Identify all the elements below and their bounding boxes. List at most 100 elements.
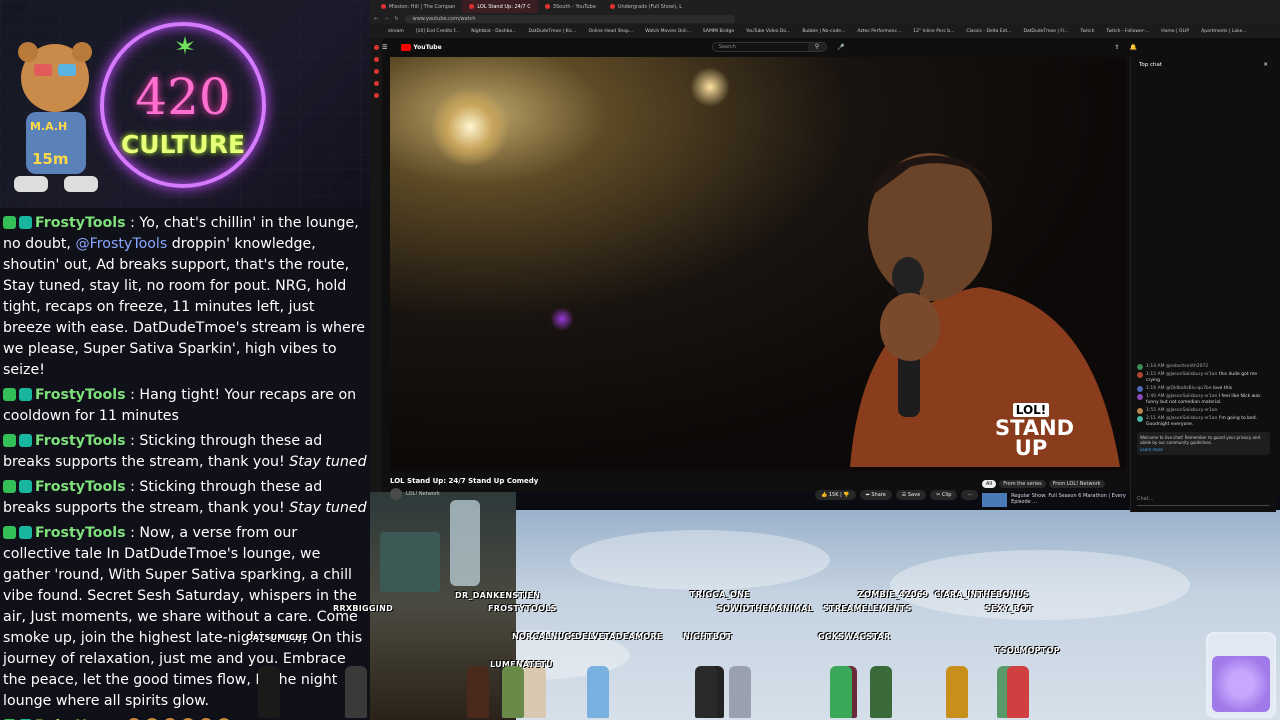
chatter-avatar-sprite bbox=[587, 666, 609, 718]
chat-username[interactable]: FrostyTools bbox=[35, 525, 126, 541]
chatter-name-label: NIGHTBOT bbox=[683, 632, 733, 641]
back-icon[interactable]: ← bbox=[374, 16, 378, 22]
bookmark-item[interactable]: Apartments | Lake... bbox=[1201, 29, 1247, 34]
chat-username[interactable]: FrostyTools bbox=[35, 479, 126, 495]
bookmark-item[interactable]: Home | OLIP bbox=[1161, 29, 1189, 34]
chat-time: 1:14 AM bbox=[1146, 364, 1165, 369]
forward-icon[interactable]: → bbox=[384, 16, 388, 22]
learn-more-link[interactable]: Learn more bbox=[1140, 447, 1267, 452]
chat-author[interactable]: @robertsmith2072 bbox=[1166, 364, 1208, 369]
badge-standup: STAND UP bbox=[995, 416, 1075, 460]
chatter-name-label: STREAMELEMENTS bbox=[823, 604, 912, 613]
chat-username[interactable]: FrostyTools bbox=[35, 387, 126, 403]
channel-name[interactable]: LOL! Network bbox=[406, 491, 440, 497]
chat-italic-text: Stay tuned bbox=[289, 500, 367, 516]
chat-author[interactable]: @JasonSalisbury-sr1an bbox=[1166, 408, 1217, 413]
bookmark-item[interactable]: SAMMI Bridge bbox=[703, 29, 734, 34]
tab-favicon-icon bbox=[381, 4, 386, 9]
chat-author[interactable]: @JasonSalisbury-sr1an bbox=[1166, 416, 1217, 421]
bookmark-item[interactable]: Twitch bbox=[1080, 29, 1094, 34]
share-button[interactable]: ➦ Share bbox=[859, 490, 892, 500]
chat-italic-text: Stay tuned bbox=[289, 454, 367, 470]
chat-username[interactable]: FrostyTools bbox=[35, 433, 126, 449]
chat-avatar bbox=[1137, 394, 1143, 400]
clip-label: Clip bbox=[941, 492, 952, 498]
chatter-name-label: RRXBIGGIND bbox=[333, 604, 394, 613]
search-icon[interactable]: ⚲ bbox=[808, 43, 826, 51]
related-video-item[interactable]: Regular Show: Full Season 6 Marathon | E… bbox=[982, 493, 1130, 507]
top-chat-dropdown[interactable]: Top chat bbox=[1139, 62, 1162, 68]
url-input[interactable]: www.youtube.com/watch bbox=[404, 14, 735, 23]
logo-culture-text: CULTURE bbox=[120, 130, 246, 159]
bell-icon[interactable]: 🔔 bbox=[1130, 44, 1137, 51]
chatter-avatar-sprite bbox=[467, 666, 489, 718]
share-label: Share bbox=[871, 492, 886, 498]
bot-badge-icon bbox=[19, 526, 32, 539]
bookmark-item[interactable]: 12" Inline Perc b... bbox=[913, 29, 954, 34]
chat-mention: @FrostyTools bbox=[75, 236, 168, 252]
live-chat-messages: 1:14 AM @robertsmith2072 1:15 AM @JasonS… bbox=[1131, 363, 1276, 429]
mod-badge-icon bbox=[3, 216, 16, 229]
mic-icon[interactable]: 🎤 bbox=[837, 44, 844, 51]
bookmark-item[interactable]: DatDudeTmoe | Kic... bbox=[529, 29, 577, 34]
bookmark-item[interactable]: Bubble | No-code... bbox=[802, 29, 845, 34]
chat-author[interactable]: @JasonSalisbury-sr1an bbox=[1166, 372, 1217, 377]
chatter-name-label: SOWIDTHEMANIMAL bbox=[717, 604, 814, 613]
browser-tab[interactable]: LOL Stand Up: 24/7 C bbox=[462, 0, 538, 13]
like-button[interactable]: 👍 15K | 👎 bbox=[815, 490, 856, 500]
youtube-logo[interactable]: YouTube bbox=[401, 43, 442, 51]
bookmark-item[interactable]: stream bbox=[388, 29, 404, 34]
menu-icon[interactable]: ☰ bbox=[382, 44, 387, 51]
channel-avatar[interactable] bbox=[390, 488, 402, 500]
bookmark-item[interactable]: Nightbot - Dashbo... bbox=[471, 29, 516, 34]
save-button[interactable]: ☰ Save bbox=[895, 490, 927, 500]
stream-chat-overlay: FrostyTools : Yo, chat's chillin' in the… bbox=[0, 208, 370, 720]
bookmarks-bar: stream [10] End Credits f... Nightbot - Da… bbox=[370, 24, 1280, 38]
browser-tab[interactable]: 3South - YouTube bbox=[538, 0, 603, 13]
bookmark-item[interactable]: Watch Movies Onli... bbox=[645, 29, 691, 34]
chat-author[interactable]: @JasonSalisbury-sr1an bbox=[1166, 394, 1217, 399]
chatter-avatar-sprite bbox=[830, 666, 852, 718]
related-video-title[interactable]: Regular Show: Full Season 6 Marathon | E… bbox=[1011, 493, 1130, 507]
live-chat-message: 1:15 AM @JasonSalisbury-sr1an this dude … bbox=[1131, 371, 1276, 385]
bot-badge-icon bbox=[19, 434, 32, 447]
mod-badge-icon bbox=[3, 388, 16, 401]
filter-chip[interactable]: All bbox=[982, 480, 997, 488]
chat-message-text: love this bbox=[1213, 386, 1233, 391]
bookmark-item[interactable]: DatDudeTmoe | Fr... bbox=[1023, 29, 1068, 34]
chatter-avatar-sprite bbox=[258, 666, 280, 718]
cannabis-leaf-icon bbox=[176, 36, 194, 55]
tab-favicon-icon bbox=[469, 4, 475, 9]
filter-chip[interactable]: From the series bbox=[999, 480, 1046, 488]
upload-icon[interactable]: ⇧ bbox=[1114, 44, 1119, 51]
search-input[interactable]: Search ⚲ bbox=[711, 42, 827, 52]
bookmark-item[interactable]: Online Head Shop... bbox=[588, 29, 633, 34]
video-player[interactable]: LOL! STAND UP bbox=[390, 57, 1127, 471]
bear-shirt-text: M.A.H bbox=[30, 120, 68, 133]
chatter-name-label: TRIGGA_ONE bbox=[690, 590, 750, 599]
chat-author[interactable]: @OldballsBlu-qu7be bbox=[1166, 386, 1212, 391]
filter-chip[interactable]: From LOL! Network bbox=[1048, 480, 1105, 488]
channel-row[interactable]: LOL! Network bbox=[390, 488, 440, 500]
browser-tab[interactable]: Mission: Hill | The Compan bbox=[374, 0, 462, 13]
bot-badge-icon bbox=[19, 480, 32, 493]
reload-icon[interactable]: ↻ bbox=[394, 16, 398, 22]
bookmark-item[interactable]: YouTube Video Do... bbox=[746, 29, 790, 34]
chat-username[interactable]: FrostyTools bbox=[35, 215, 126, 231]
bookmark-item[interactable]: [10] End Credits f... bbox=[416, 29, 460, 34]
close-icon[interactable]: ✕ bbox=[1263, 62, 1268, 68]
live-chat-header: Top chat ✕ bbox=[1131, 57, 1276, 73]
bookmark-item[interactable]: Classic - Delta Ext... bbox=[966, 29, 1011, 34]
chat-input[interactable]: Chat... bbox=[1137, 496, 1270, 506]
bookmark-item[interactable]: Aztec Performanc... bbox=[857, 29, 901, 34]
live-chat-message: 2:11 AM @JasonSalisbury-sr1an I'm going … bbox=[1131, 415, 1276, 429]
live-chat-message: 1:55 AM @JasonSalisbury-sr1an bbox=[1131, 407, 1276, 415]
browser-tab[interactable]: Undergrads (Full Show), L bbox=[603, 0, 689, 13]
lol-standup-badge: LOL! STAND UP bbox=[995, 399, 1075, 460]
more-actions-button[interactable]: ⋯ bbox=[961, 490, 979, 500]
bookmark-item[interactable]: Twitch - Follower-... bbox=[1106, 29, 1149, 34]
clip-button[interactable]: ✂ Clip bbox=[930, 490, 958, 500]
tab-bar: Mission: Hill | The Compan LOL Stand Up: … bbox=[370, 0, 1280, 13]
chatter-name-label: TSOLMOPTOP bbox=[995, 646, 1060, 655]
chat-avatar bbox=[1137, 416, 1143, 422]
